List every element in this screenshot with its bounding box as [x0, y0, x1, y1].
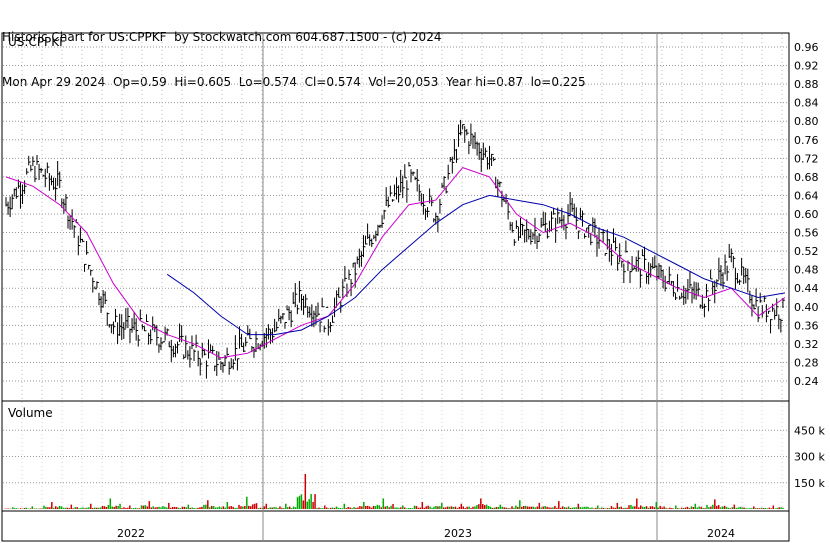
volume-tick-label: 300 k	[794, 451, 825, 464]
volume-tick-label: 450 k	[794, 424, 825, 437]
short-moving-average-line	[5, 167, 786, 359]
price-tick-label: 0.60	[794, 208, 819, 221]
price-tick-label: 0.44	[794, 282, 819, 295]
year-label: 2023	[444, 527, 472, 540]
price-tick-label: 0.92	[794, 60, 819, 73]
price-tick-label: 0.24	[794, 375, 819, 388]
price-tick-label: 0.36	[794, 319, 819, 332]
price-tick-label: 0.64	[794, 189, 819, 202]
price-tick-label: 0.68	[794, 171, 819, 184]
price-panel-title: US:CPPKF	[8, 35, 66, 49]
price-tick-label: 0.84	[794, 97, 819, 110]
volume-tick-label: 150 k	[794, 477, 825, 490]
stock-chart: 0.96 0.92 0.88 0.84 0.80 0.76 0.72 0.68 0.64 0.60…	[1, 32, 825, 542]
axis-labels: 0.96 0.92 0.88 0.84 0.80 0.76 0.72 0.68 0.64 0.60…	[117, 41, 825, 540]
volume-bars	[4, 474, 784, 509]
price-tick-label: 0.56	[794, 227, 819, 240]
price-tick-label: 0.40	[794, 301, 819, 314]
price-tick-label: 0.52	[794, 245, 819, 258]
volume-panel-title: Volume	[8, 406, 53, 420]
grid-lines	[3, 33, 789, 541]
price-tick-label: 0.88	[794, 78, 819, 91]
price-tick-label: 0.32	[794, 338, 819, 351]
moving-averages	[5, 167, 786, 359]
price-tick-label: 0.96	[794, 41, 819, 54]
price-tick-label: 0.72	[794, 152, 819, 165]
year-label: 2022	[117, 527, 145, 540]
price-tick-label: 0.48	[794, 264, 819, 277]
year-label: 2024	[707, 527, 735, 540]
price-bars	[5, 119, 785, 379]
price-panel-frame	[1, 32, 790, 402]
long-moving-average-line	[166, 194, 786, 336]
price-tick-label: 0.80	[794, 115, 819, 128]
price-tick-label: 0.28	[794, 356, 819, 369]
price-tick-label: 0.76	[794, 134, 819, 147]
